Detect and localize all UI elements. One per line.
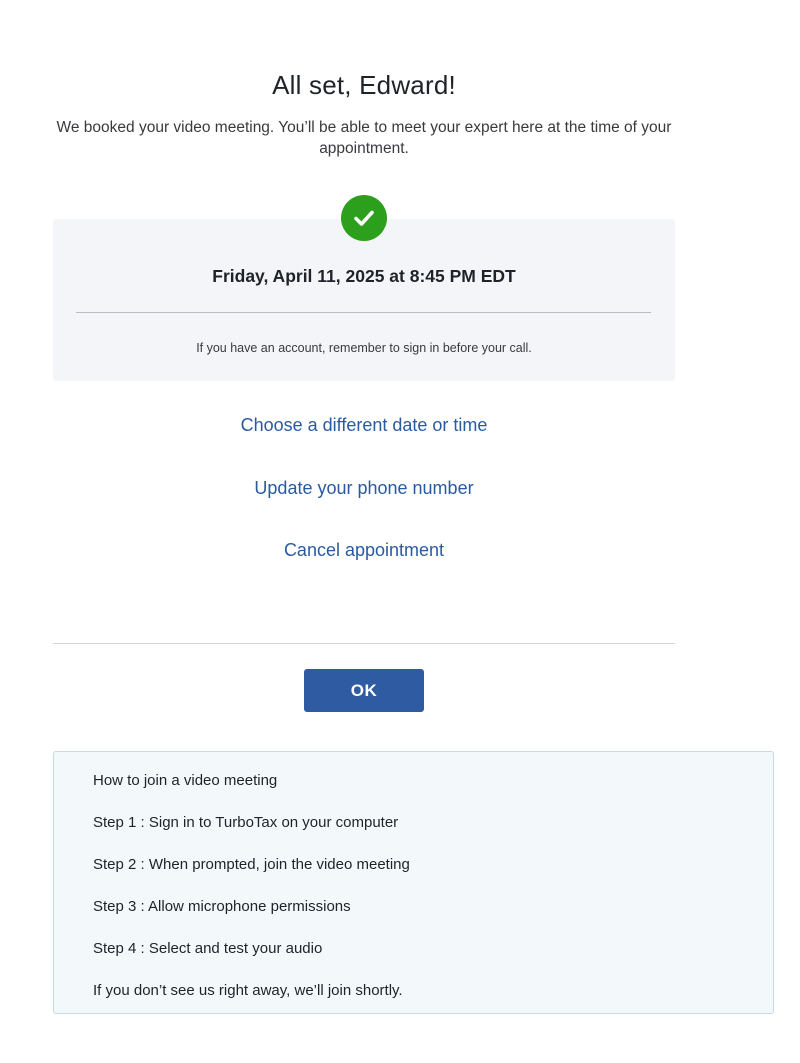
- checkmark-icon: [354, 210, 374, 226]
- instruction-step: Step 2 : When prompted, join the video m…: [93, 856, 410, 873]
- card-divider: [76, 312, 651, 313]
- instruction-step: Step 1 : Sign in to TurboTax on your com…: [93, 814, 399, 831]
- update-phone-row: Update your phone number: [0, 478, 728, 499]
- change-datetime-link[interactable]: Choose a different date or time: [241, 415, 488, 435]
- cancel-appointment-row: Cancel appointment: [0, 540, 728, 561]
- signin-reminder: If you have an account, remember to sign…: [196, 341, 532, 355]
- instructions-title: How to join a video meeting: [93, 772, 278, 789]
- ok-button[interactable]: OK: [304, 669, 424, 712]
- appointment-datetime: Friday, April 11, 2025 at 8:45 PM EDT: [212, 266, 516, 286]
- page-subtitle: We booked your video meeting. You’ll be …: [56, 119, 672, 157]
- appointment-summary-card: Friday, April 11, 2025 at 8:45 PM EDT If…: [53, 219, 675, 381]
- appointment-confirmation-page: All set, Edward! We booked your video me…: [0, 0, 800, 1063]
- page-title: All set, Edward!: [272, 70, 456, 100]
- section-divider: [53, 643, 675, 644]
- instructions-footer: If you don’t see us right away, we’ll jo…: [93, 982, 403, 999]
- update-phone-link[interactable]: Update your phone number: [254, 478, 473, 498]
- video-meeting-instructions: How to join a video meeting Step 1 : Sig…: [53, 751, 774, 1014]
- change-datetime-row: Choose a different date or time: [0, 415, 728, 436]
- cancel-appointment-link[interactable]: Cancel appointment: [284, 540, 444, 560]
- instruction-step: Step 3 : Allow microphone permissions: [93, 898, 351, 915]
- instruction-step: Step 4 : Select and test your audio: [93, 940, 323, 957]
- check-circle-icon: [341, 195, 387, 241]
